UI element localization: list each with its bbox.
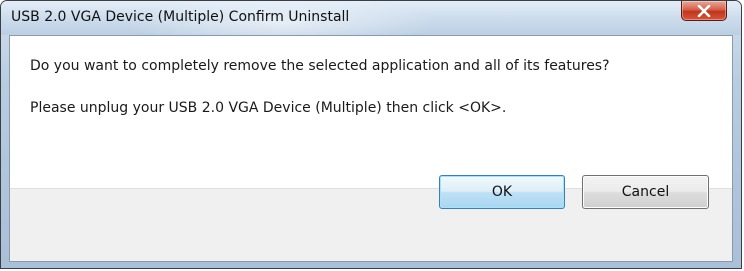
cancel-button[interactable]: Cancel: [582, 175, 709, 209]
dialog-window: USB 2.0 VGA Device (Multiple) Confirm Un…: [0, 0, 742, 269]
instruction-message: Please unplug your USB 2.0 VGA Device (M…: [30, 100, 507, 116]
close-button[interactable]: [681, 1, 727, 21]
confirm-message: Do you want to completely remove the sel…: [30, 58, 610, 74]
ok-button[interactable]: OK: [439, 175, 565, 209]
close-icon: [697, 4, 711, 17]
title-bar[interactable]: USB 2.0 VGA Device (Multiple) Confirm Un…: [1, 1, 741, 35]
window-title: USB 2.0 VGA Device (Multiple) Confirm Un…: [11, 9, 350, 25]
